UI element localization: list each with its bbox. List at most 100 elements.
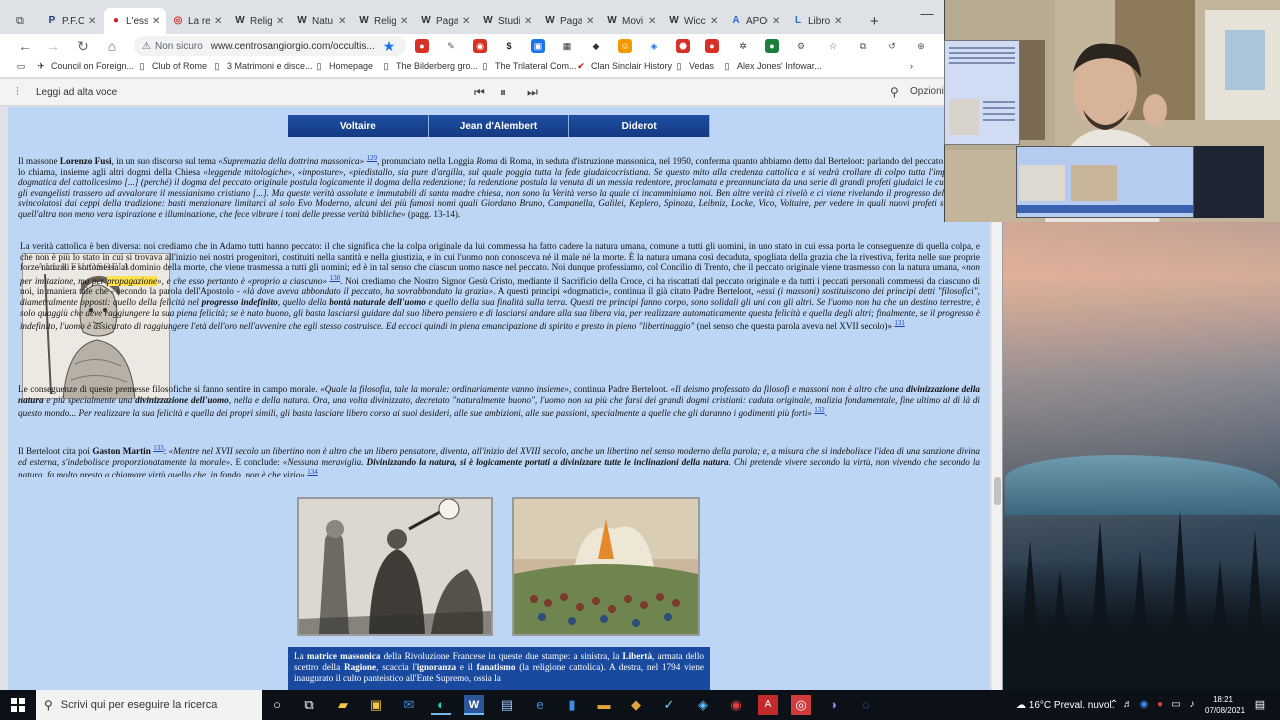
tab-close-icon[interactable]: ✕ [276, 16, 284, 27]
tab-11[interactable]: W Wicc ✕ [662, 8, 724, 34]
address-bar[interactable]: ⚠ Non sicuro www.centrosangiorgio.com/oc… [134, 36, 406, 56]
extension-icon[interactable]: ● [705, 39, 719, 53]
tab-close-icon[interactable]: ✕ [214, 16, 222, 27]
tab-close-icon[interactable]: ✕ [772, 16, 780, 27]
app-icon[interactable]: ◎ [791, 695, 811, 715]
store-icon[interactable]: ▣ [366, 695, 386, 715]
start-button[interactable] [0, 690, 36, 720]
extension-icon[interactable]: ● [765, 39, 779, 53]
collections-icon[interactable]: ⧉ [856, 39, 870, 53]
bookmark-item[interactable]: ▯ Homepage [314, 61, 374, 71]
app-icon[interactable]: ✓ [659, 695, 679, 715]
tab-1[interactable]: P P.F.C ✕ [40, 8, 102, 34]
tab-4[interactable]: W Religi ✕ [228, 8, 290, 34]
bookmark-item[interactable]: ✔ Clan Sinclair History [576, 61, 672, 71]
edge-icon[interactable]: ◐ [431, 695, 451, 715]
new-tab-button[interactable]: + [864, 8, 885, 34]
tab-close-icon[interactable]: ✕ [152, 16, 160, 27]
voltaire-link[interactable]: Voltaire [288, 115, 429, 137]
reload-icon[interactable]: ↻ [74, 37, 92, 55]
app-icon[interactable]: ◌ [856, 695, 876, 715]
back-arrow-icon[interactable]: ← [16, 37, 34, 55]
weather-widget[interactable]: ☁ 16°C Preval. nuvol. [1016, 700, 1115, 711]
tab-12[interactable]: A APOC ✕ [724, 8, 786, 34]
extension-icon[interactable]: ● [415, 39, 429, 53]
tab-2-active[interactable]: ● L'esse ✕ [104, 8, 167, 34]
app-icon[interactable]: ▮ [562, 695, 582, 715]
tab-3[interactable]: ◎ La rel ✕ [166, 8, 228, 34]
tab-5[interactable]: W Natu ✕ [290, 8, 352, 34]
app-icon[interactable]: ◆ [626, 695, 646, 715]
extension-icon[interactable]: ⚙ [794, 39, 808, 53]
tab-close-icon[interactable]: ✕ [88, 16, 96, 27]
tab-9[interactable]: W Paga ✕ [538, 8, 600, 34]
tab-close-icon[interactable]: ✕ [338, 16, 346, 27]
extension-icon[interactable]: $ [502, 39, 516, 53]
app-icon[interactable]: ◉ [726, 695, 746, 715]
history-icon[interactable]: ↺ [885, 39, 899, 53]
taskbar-search[interactable]: ⚲ Scrivi qui per eseguire la ricerca [36, 690, 262, 720]
clock[interactable]: 18:21 07/08/2021 [1205, 694, 1245, 716]
home-icon[interactable]: ⌂ [103, 37, 121, 55]
bookmark-item[interactable]: ▯ The Trilateral Com... [480, 61, 577, 71]
previous-icon[interactable]: ⏮ [474, 85, 485, 100]
tab-close-icon[interactable]: ✕ [710, 16, 718, 27]
extension-icon[interactable]: ✲ [736, 39, 750, 53]
notification-icon[interactable]: ▤ [1250, 695, 1270, 715]
minimize-button[interactable]: — [912, 6, 942, 21]
extension-icon[interactable]: ▦ [560, 39, 574, 53]
app-icon[interactable]: ◑ [823, 695, 843, 715]
extension-icon[interactable]: ▣ [531, 39, 545, 53]
bookmark-item[interactable]: ✈ Council on Foreign... [36, 61, 134, 71]
task-view-icon[interactable]: ⧉ [299, 695, 319, 715]
tab-8[interactable]: W Studi ✕ [476, 8, 538, 34]
forward-arrow-icon[interactable]: → [44, 37, 62, 55]
extension-icon[interactable]: ☺ [618, 39, 632, 53]
dalembert-link[interactable]: Jean d'Alembert [428, 115, 570, 137]
volume-icon[interactable]: ♪ [1182, 695, 1202, 715]
next-icon[interactable]: ⏭ [527, 85, 538, 100]
bookmark-star-icon[interactable]: ★ [380, 37, 398, 55]
share-icon[interactable]: ⊕ [914, 39, 928, 53]
wallpaper-forest [1003, 560, 1280, 690]
tab-10[interactable]: W Movi ✕ [600, 8, 662, 34]
chevron-right-icon[interactable]: › [910, 61, 913, 71]
bookmark-item[interactable]: ▯ Club of Rome [137, 61, 208, 71]
pause-icon[interactable]: ⏸ [500, 85, 506, 100]
bookmark-item[interactable]: ▯ Vedas [674, 61, 715, 71]
tab-close-icon[interactable]: ✕ [462, 16, 470, 27]
tab-6[interactable]: W Religi ✕ [352, 8, 414, 34]
tab-close-icon[interactable]: ✕ [524, 16, 532, 27]
cortana-icon[interactable]: ○ [267, 695, 287, 715]
extension-icon[interactable]: ◈ [647, 39, 661, 53]
word-icon[interactable]: W [464, 695, 484, 715]
tab-close-icon[interactable]: ✕ [648, 16, 656, 27]
extension-icon[interactable]: ◆ [589, 39, 603, 53]
voice-options-icon[interactable]: ⚲ [890, 85, 899, 99]
scrollbar-thumb[interactable] [994, 477, 1001, 505]
bookmark-item[interactable]: ▯ Alex Jones' Infowar... [722, 61, 822, 71]
mail-icon[interactable]: ✉ [399, 695, 419, 715]
extension-icon[interactable]: ⬣ [676, 39, 690, 53]
apps-icon[interactable]: ▭ [16, 61, 31, 71]
ie-icon[interactable]: e [530, 695, 550, 715]
supreme-being-engraving [512, 497, 700, 636]
folder-icon[interactable]: ▬ [594, 695, 614, 715]
tab-close-icon[interactable]: ✕ [400, 16, 408, 27]
app-icon[interactable]: ◈ [693, 695, 713, 715]
tab-close-icon[interactable]: ✕ [586, 16, 594, 27]
favorites-icon[interactable]: ☆ [826, 39, 840, 53]
bookmark-item[interactable]: ▯ 3 Matrimoni e disce... [212, 61, 313, 71]
tab-close-icon[interactable]: ✕ [834, 16, 842, 27]
tab-13[interactable]: L Libro ✕ [786, 8, 848, 34]
extension-icon[interactable]: ◉ [473, 39, 487, 53]
acrobat-icon[interactable]: A [758, 695, 778, 715]
extension-icon[interactable]: ✎ [444, 39, 458, 53]
tab-actions-button[interactable]: ⧉ [10, 8, 34, 34]
tab-7[interactable]: W Paga ✕ [414, 8, 476, 34]
bookmark-item[interactable]: ▯ The Bilderberg gro... [381, 61, 479, 71]
file-explorer-icon[interactable]: ▰ [333, 695, 353, 715]
diderot-link[interactable]: Diderot [569, 115, 711, 137]
options-label[interactable]: Opzioni [910, 86, 944, 97]
app-icon[interactable]: ▤ [497, 695, 517, 715]
